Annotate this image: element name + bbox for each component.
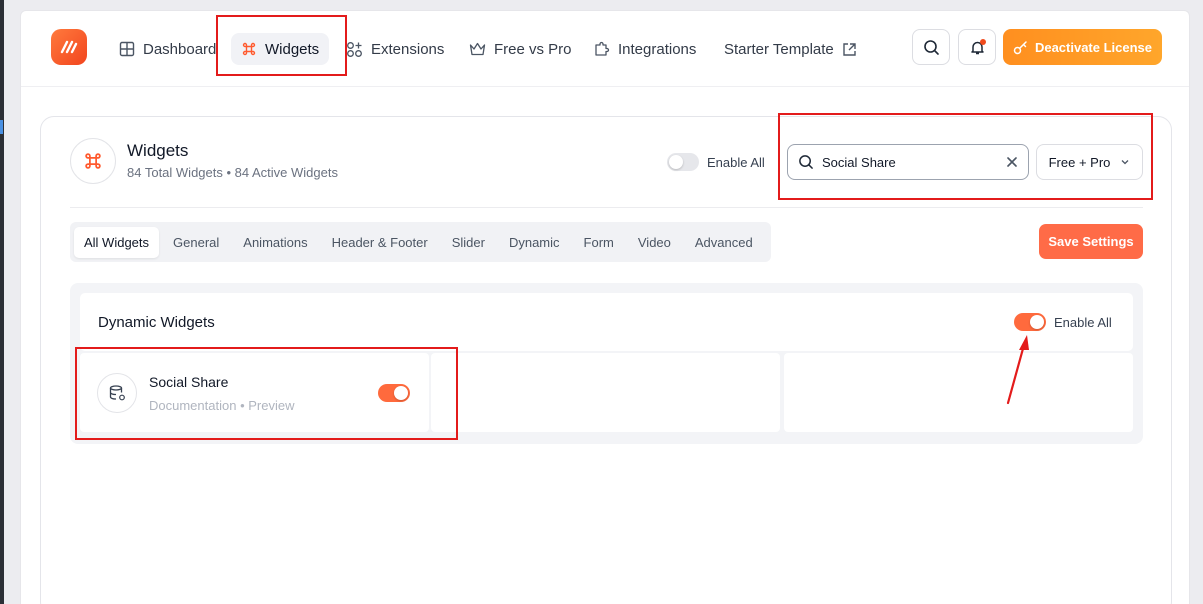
widget-links: Documentation • Preview xyxy=(149,398,295,413)
widgets-panel: Widgets 84 Total Widgets • 84 Active Wid… xyxy=(40,116,1172,604)
external-link-icon xyxy=(843,42,856,56)
notification-dot xyxy=(980,39,986,45)
widget-count-summary: 84 Total Widgets • 84 Active Widgets xyxy=(127,165,338,180)
extensions-icon xyxy=(347,41,362,57)
tab-all-widgets[interactable]: All Widgets xyxy=(74,226,160,258)
key-icon xyxy=(1013,40,1027,54)
widget-title: Social Share xyxy=(149,374,229,390)
widget-icon xyxy=(97,373,137,413)
top-navigation: Dashboard Widgets Extensions Free vs Pro xyxy=(21,11,1189,87)
widget-enable-toggle[interactable] xyxy=(378,384,410,402)
nav-dashboard[interactable]: Dashboard xyxy=(109,33,226,65)
page-title: Widgets xyxy=(127,141,189,160)
deactivate-license-label: Deactivate License xyxy=(1034,39,1153,55)
link-separator: • xyxy=(240,398,245,413)
search-button[interactable] xyxy=(912,29,950,65)
nav-free-vs-pro-label: Free vs Pro xyxy=(494,40,572,58)
tab-video[interactable]: Video xyxy=(628,227,681,258)
chevron-down-icon xyxy=(1121,160,1129,165)
command-icon xyxy=(85,153,101,169)
nav-widgets-label: Widgets xyxy=(265,40,320,58)
enable-all-section: Enable All xyxy=(1014,313,1112,331)
tab-slider[interactable]: Slider xyxy=(442,227,495,258)
widget-card-empty xyxy=(431,353,780,432)
widget-search-field[interactable] xyxy=(787,144,1029,180)
tab-form[interactable]: Form xyxy=(574,227,624,258)
plan-filter-select[interactable]: Free + Pro xyxy=(1036,144,1143,180)
app-window: Dashboard Widgets Extensions Free vs Pro xyxy=(20,10,1190,604)
plan-filter-value: Free + Pro xyxy=(1048,154,1111,170)
edge-marker xyxy=(0,120,3,134)
nav-dashboard-label: Dashboard xyxy=(143,40,217,58)
save-settings-button[interactable]: Save Settings xyxy=(1039,224,1143,259)
enable-all-global-toggle[interactable] xyxy=(667,153,699,171)
widgets-header-icon xyxy=(70,138,116,184)
documentation-link[interactable]: Documentation xyxy=(149,398,236,413)
enable-all-section-toggle[interactable] xyxy=(1014,313,1046,331)
tab-animations[interactable]: Animations xyxy=(233,227,317,258)
notifications-button[interactable] xyxy=(958,29,996,65)
puzzle-icon xyxy=(595,41,610,56)
enable-all-global-label: Enable All xyxy=(707,154,765,170)
nav-starter-template[interactable]: Starter Template xyxy=(714,33,867,65)
widget-card-social-share: Social Share Documentation • Preview xyxy=(80,353,429,432)
nav-extensions[interactable]: Extensions xyxy=(336,33,454,65)
clear-search-icon[interactable] xyxy=(1006,156,1018,168)
left-edge-strip xyxy=(0,0,4,604)
grid-icon xyxy=(119,41,135,57)
tab-advanced[interactable]: Advanced xyxy=(685,227,763,258)
widget-search-input[interactable] xyxy=(822,154,998,170)
nav-widgets[interactable]: Widgets xyxy=(231,33,330,65)
header-divider xyxy=(70,207,1143,208)
search-icon xyxy=(923,39,939,55)
search-icon xyxy=(799,155,813,169)
section-title: Dynamic Widgets xyxy=(98,314,215,331)
nav-integrations[interactable]: Integrations xyxy=(584,33,706,65)
nav-starter-template-label: Starter Template xyxy=(724,40,834,58)
logo-icon xyxy=(60,40,78,54)
tab-general[interactable]: General xyxy=(163,227,229,258)
brand-logo[interactable] xyxy=(51,29,87,65)
database-share-icon xyxy=(109,385,125,401)
enable-all-global: Enable All xyxy=(667,153,765,171)
deactivate-license-button[interactable]: Deactivate License xyxy=(1003,29,1162,65)
category-tabs: All Widgets General Animations Header & … xyxy=(70,222,771,262)
crown-icon xyxy=(469,42,486,56)
preview-link[interactable]: Preview xyxy=(248,398,294,413)
command-icon xyxy=(242,42,256,56)
enable-all-section-label: Enable All xyxy=(1054,314,1112,330)
dynamic-widgets-section: Dynamic Widgets Enable All Social Share xyxy=(70,283,1143,444)
widget-card-empty xyxy=(784,353,1133,432)
tab-header-footer[interactable]: Header & Footer xyxy=(322,227,438,258)
nav-extensions-label: Extensions xyxy=(371,40,445,58)
nav-free-vs-pro[interactable]: Free vs Pro xyxy=(459,33,582,65)
section-header: Dynamic Widgets Enable All xyxy=(80,293,1133,351)
nav-integrations-label: Integrations xyxy=(618,40,697,58)
tab-dynamic[interactable]: Dynamic xyxy=(499,227,570,258)
